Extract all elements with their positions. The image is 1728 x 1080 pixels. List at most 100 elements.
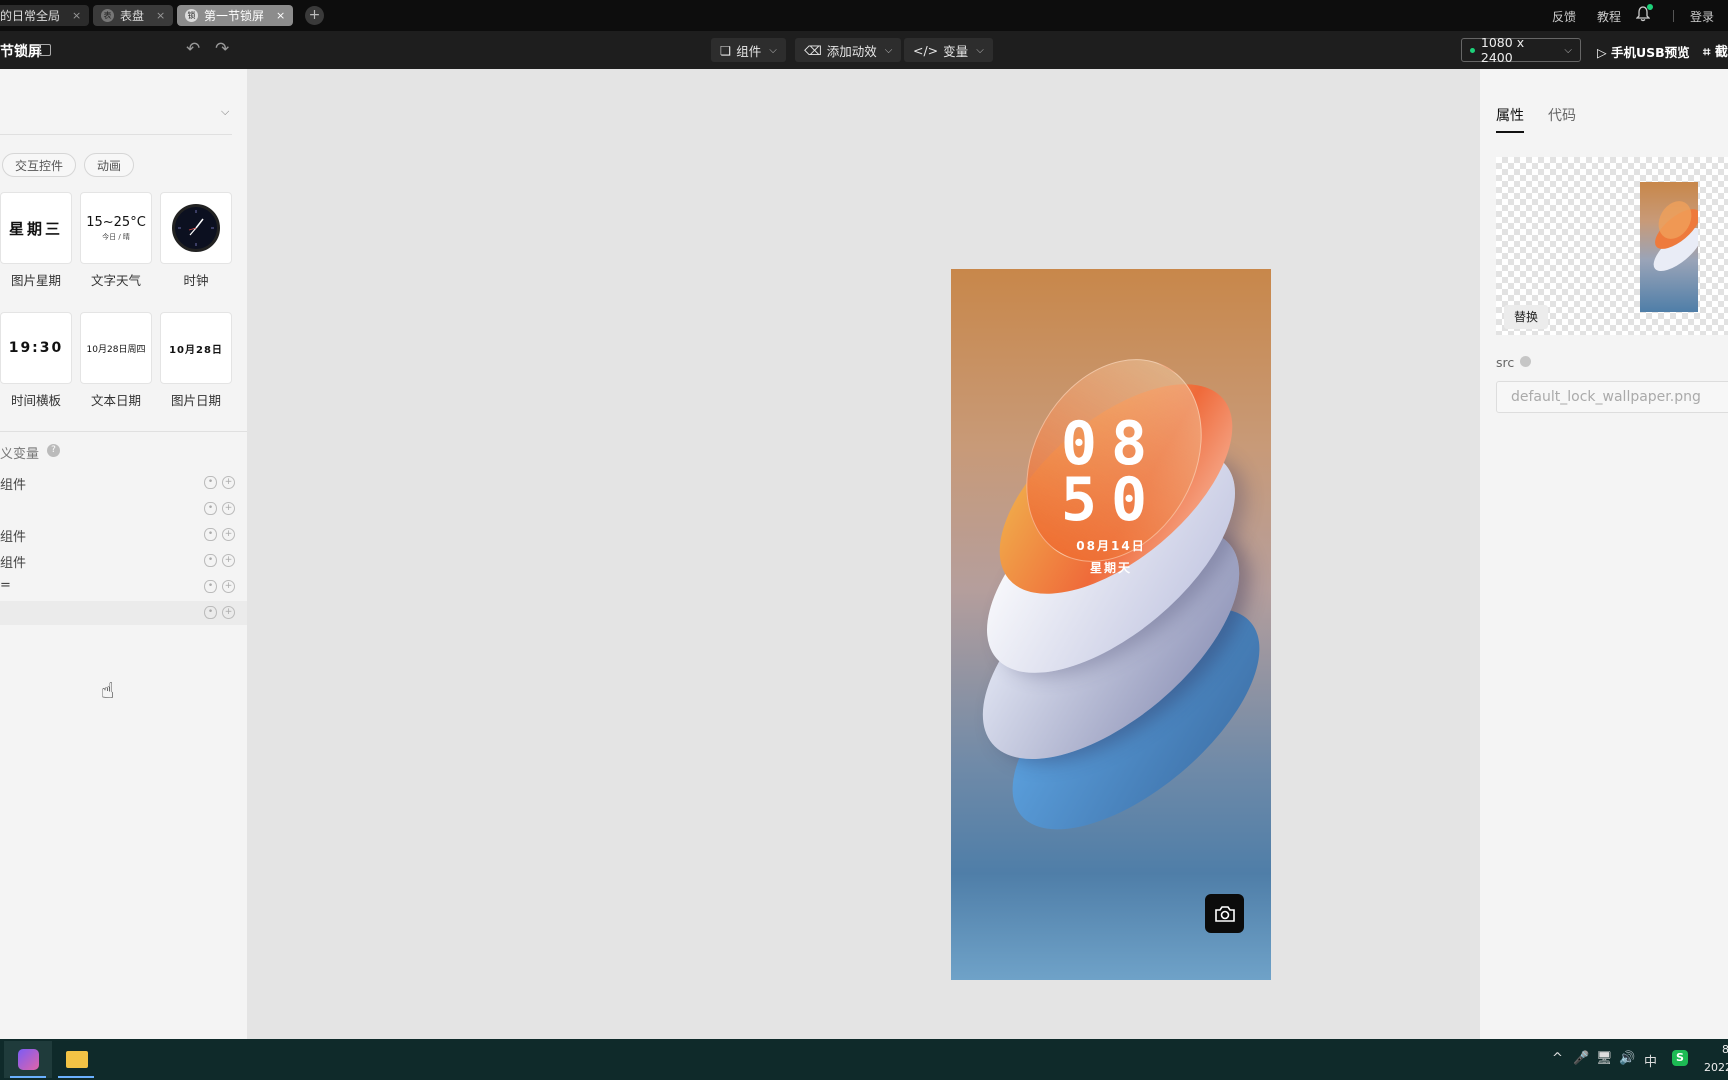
undo-icon[interactable]: ↶ [186,39,200,59]
widget-preview: 15~25°C [86,214,146,230]
canvas-area[interactable]: 08 50 08月14日 星期天 [247,69,1480,1039]
volume-icon[interactable]: 🔊 [1619,1051,1635,1066]
layer-label: 组件 [0,556,27,571]
network-icon[interactable]: 🖥 [1596,1051,1613,1066]
eye-icon[interactable]: • [204,606,217,619]
chip-interactive-controls[interactable]: 交互控件 [2,153,77,177]
widget-label: 图片日期 [170,393,221,408]
help-icon[interactable]: ? [47,444,60,457]
add-icon[interactable]: + [222,606,235,619]
add-icon[interactable]: + [222,528,235,541]
widget-image-weekday[interactable]: 星期三 [0,192,72,264]
lockscreen-preview[interactable]: 08 50 08月14日 星期天 [951,269,1271,980]
add-icon[interactable]: + [222,580,235,593]
components-dropdown[interactable]: ❏ 组件 ⌵ [711,38,786,62]
tab-watchface[interactable]: 表 表盘 × [93,5,174,26]
eye-icon[interactable]: • [204,528,217,541]
resolution-select[interactable]: 1080 x 2400 ⌵ [1461,35,1581,65]
image-preview: 替换 [1496,157,1728,335]
layer-row[interactable]: 组件 • + [0,549,247,573]
ime-indicator[interactable]: 中 [1644,1051,1657,1070]
widget-label: 时钟 [183,273,209,288]
eye-icon[interactable]: • [204,554,217,567]
feedback-link[interactable]: 反馈 [1552,8,1576,25]
wallpaper-thumbnail [1640,182,1698,312]
eye-icon[interactable]: • [204,580,217,593]
src-input[interactable]: default_lock_wallpaper.png [1496,381,1728,413]
login-link[interactable]: 登录 [1690,8,1714,25]
microphone-icon[interactable]: 🎤 [1573,1051,1589,1066]
widget-time-horizontal[interactable]: 19:30 [0,312,72,384]
close-icon[interactable]: × [276,9,285,22]
widget-clock[interactable] [160,192,232,264]
help-icon[interactable] [1520,356,1531,367]
eye-icon[interactable]: • [204,476,217,489]
clock-date[interactable]: 2022 [1704,1061,1728,1074]
widget-preview-sub: 今日 / 晴 [102,232,130,241]
tab-code[interactable]: 代码 [1548,105,1576,125]
layer-row[interactable]: • + [0,601,247,625]
chevron-up-icon[interactable]: ^ [1552,1051,1563,1066]
tab-properties[interactable]: 属性 [1496,105,1524,125]
folder-icon [66,1051,88,1068]
tab-label: 第一节锁屏 [204,9,265,23]
add-icon[interactable]: + [222,476,235,489]
chip-animation[interactable]: 动画 [84,153,135,177]
effect-icon: ⌫ [804,42,822,58]
widget-preview: 10月28日 [169,344,223,356]
tutorial-link[interactable]: 教程 [1597,8,1621,25]
left-panel: ⌵ 交互控件 动画 星期三 图片星期 15~25°C 今日 / 晴 文字天气 时… [0,69,247,1039]
close-icon[interactable]: × [156,9,165,22]
redo-icon[interactable]: ↷ [215,39,229,59]
tab-lockscreen[interactable]: 锁 第一节锁屏 × [177,5,294,26]
camera-icon[interactable] [1205,894,1244,933]
widget-image-date[interactable]: 10月28日 [160,312,232,384]
chevron-down-icon[interactable]: ⌵ [221,105,229,119]
chevron-down-icon: ⌵ [1564,44,1572,56]
widget-preview: 星期三 [8,219,63,238]
add-icon[interactable]: + [222,502,235,515]
right-panel: 属性 代码 替换 src default_lock_wallpaper.png [1480,69,1728,1039]
widget-text-date[interactable]: 10月28日周四 [80,312,152,384]
chevron-down-icon: ⌵ [884,44,893,56]
layer-row[interactable]: 组件 • + [0,471,247,495]
add-effect-label: 添加动效 [826,43,877,59]
tab-label: 表盘 [120,9,145,23]
taskbar-app-editor[interactable] [4,1041,52,1078]
divider [1673,10,1674,22]
app-tray-icon[interactable]: S [1672,1050,1688,1066]
variables-dropdown[interactable]: </> 变量 ⌵ [904,38,993,62]
hand-cursor-icon: ☝ [101,679,115,704]
layer-row[interactable]: 组件 • + [0,523,247,547]
replace-button[interactable]: 替换 [1504,305,1549,329]
variables-label: 变量 [943,43,969,59]
close-icon[interactable]: × [72,9,81,22]
add-effect-dropdown[interactable]: ⌫ 添加动效 ⌵ [795,38,902,62]
taskbar-app-explorer[interactable] [52,1041,100,1078]
layer-row[interactable]: • + [0,497,247,521]
app-icon: 锁 [185,9,198,22]
layer-row[interactable]: = • + [0,575,247,599]
widget-text-weather[interactable]: 15~25°C 今日 / 晴 [80,192,152,264]
eye-icon[interactable]: • [204,502,217,515]
new-tab-button[interactable]: + [305,6,324,25]
add-icon[interactable]: + [222,554,235,567]
usb-preview-button[interactable]: ▷ 手机USB预览 [1597,42,1690,61]
crop-button[interactable]: ⌗ 截 [1703,41,1728,60]
active-indicator [10,1076,46,1078]
widget-label: 文本日期 [90,393,141,408]
layer-label: 组件 [0,478,27,493]
active-indicator [58,1076,94,1078]
bell-icon[interactable] [1635,4,1653,22]
component-icon: ❏ [720,42,732,58]
chevron-down-icon: ⌵ [769,44,777,56]
editor-toolbar: 节锁屏 ↶ ↷ ❏ 组件 ⌵ ⌫ 添加动效 ⌵ </> 变量 ⌵ 1080 x … [0,31,1728,69]
widget-label: 图片星期 [10,273,61,288]
edit-icon[interactable] [39,44,51,56]
active-tab-indicator [1496,131,1524,133]
divider [0,134,232,135]
clock-time[interactable]: 8 [1722,1043,1728,1056]
project-title: 节锁屏 [0,44,42,60]
browser-tabbar: 的日常全局 × 表 表盘 × 锁 第一节锁屏 × + 反馈 教程 登录 [0,0,1728,31]
tab-daily-global[interactable]: 的日常全局 × [0,5,90,26]
